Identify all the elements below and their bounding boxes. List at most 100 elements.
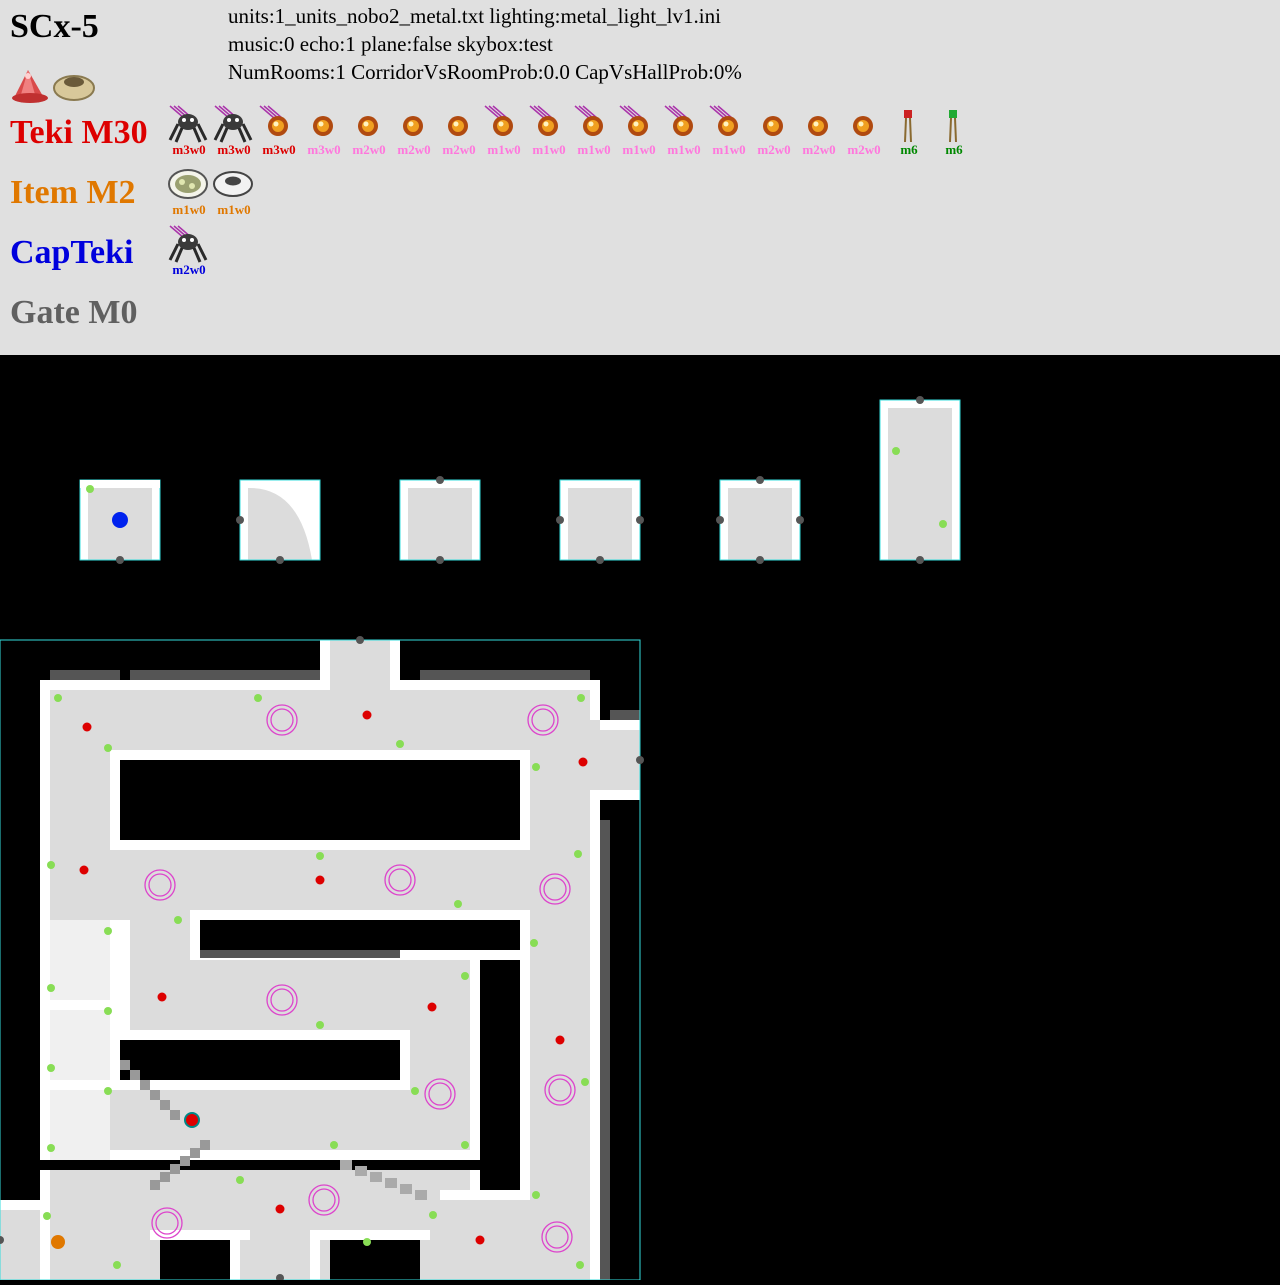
stair-edge [150,1090,160,1100]
stair-edge [130,1070,140,1080]
spawn-point [576,1261,584,1269]
stair-edge [160,1172,170,1182]
gate-marker [236,516,244,524]
capteki-label: CapTeki [10,234,134,271]
pit [120,1040,400,1080]
stair-edge [170,1164,180,1174]
spawn-point [54,694,62,702]
teki-label: Teki M30 [10,114,148,151]
spawn-point [47,1064,55,1072]
teki-count-label: m1w0 [712,142,746,157]
unit-wall [880,400,888,560]
capteki-spawn-marker [112,512,128,528]
map-wall [40,680,50,1280]
teki-spawn-point [475,1235,485,1245]
teki-spawn-point [578,757,588,767]
spawn-point [86,485,94,493]
gate-marker [916,396,924,404]
corridor [0,1200,40,1280]
map-wall [110,920,130,1030]
stair-edge [140,1080,150,1090]
pit [330,1240,420,1280]
teki-count-label: m1w0 [532,142,566,157]
gate-marker [436,556,444,564]
unit-tile [560,480,640,560]
teki-spawn-point [157,992,167,1002]
map-wall [50,1080,110,1090]
wall-shadow [130,670,320,680]
gate-marker [556,516,564,524]
unit-wall [400,480,408,560]
sublevel-title: SCx-5 [10,8,99,45]
spawn-point [577,694,585,702]
unit-wall [472,480,480,560]
stair-edge [400,1184,412,1194]
spawn-point [530,939,538,947]
stair-edge [180,1156,190,1166]
spawn-point [363,1238,371,1246]
corridor [320,640,400,680]
stair-edge [150,1180,160,1190]
teki-count-label: m6 [900,142,918,157]
teki-count-label: m2w0 [352,142,386,157]
teki-spawn-point [555,1035,565,1045]
info-line-rooms: NumRooms:1 CorridorVsRoomProb:0.0 CapVsH… [228,60,742,84]
capteki-count-label: m2w0 [172,262,206,277]
gate-marker [636,516,644,524]
spawn-point [43,1212,51,1220]
map-wall [50,1000,110,1010]
teki-spawn-point [315,875,325,885]
teki-count-label: m3w0 [172,142,206,157]
spawn-point [104,927,112,935]
gate-marker [116,556,124,564]
spawn-point [574,850,582,858]
header-panel: SCx-5 units:1_units_nobo2_metal.txt ligh… [0,0,1280,355]
spawn-point [454,900,462,908]
map-wall [440,1190,530,1200]
spawn-point [254,694,262,702]
unit-tile [400,480,480,560]
wall-shadow [610,710,640,720]
gate-marker [596,556,604,564]
spawn-point [104,744,112,752]
teki-count-label: m6 [945,142,963,157]
pit [120,760,520,840]
stair-edge [355,1166,367,1176]
spawn-point [113,1261,121,1269]
gate-label: Gate M0 [10,294,138,331]
spawn-point [532,1191,540,1199]
stair-edge [170,1110,180,1120]
teki-count-label: m3w0 [307,142,341,157]
onion-ship-icon [12,70,95,103]
spawn-point [532,763,540,771]
teki-count-label: m1w0 [487,142,521,157]
map-wall [590,800,600,1280]
spawn-point [411,1087,419,1095]
spawn-point [316,1021,324,1029]
stair-edge [120,1060,130,1070]
teki-spawn-point [362,710,372,720]
item-count-label: m1w0 [172,202,206,217]
gate-marker [436,476,444,484]
spawn-point [461,972,469,980]
wall-shadow [600,820,610,1280]
teki-count-label: m2w0 [847,142,881,157]
gate-marker [716,516,724,524]
map-wall [390,680,600,690]
unit-wall [240,480,320,488]
gate-marker [756,556,764,564]
gate-marker [356,636,364,644]
map-wall [230,1240,240,1280]
spawn-point [581,1078,589,1086]
teki-spawn-point [427,1002,437,1012]
unit-tile [720,480,800,560]
gate-marker [276,556,284,564]
teki-spawn-point [275,1204,285,1214]
wall-shadow [200,950,400,958]
ship-start-marker [184,1112,200,1128]
map-wall [310,1230,430,1240]
stair-edge [340,1160,352,1170]
pit [40,1160,480,1170]
cave-map [0,355,1280,1282]
spawn-point [316,852,324,860]
